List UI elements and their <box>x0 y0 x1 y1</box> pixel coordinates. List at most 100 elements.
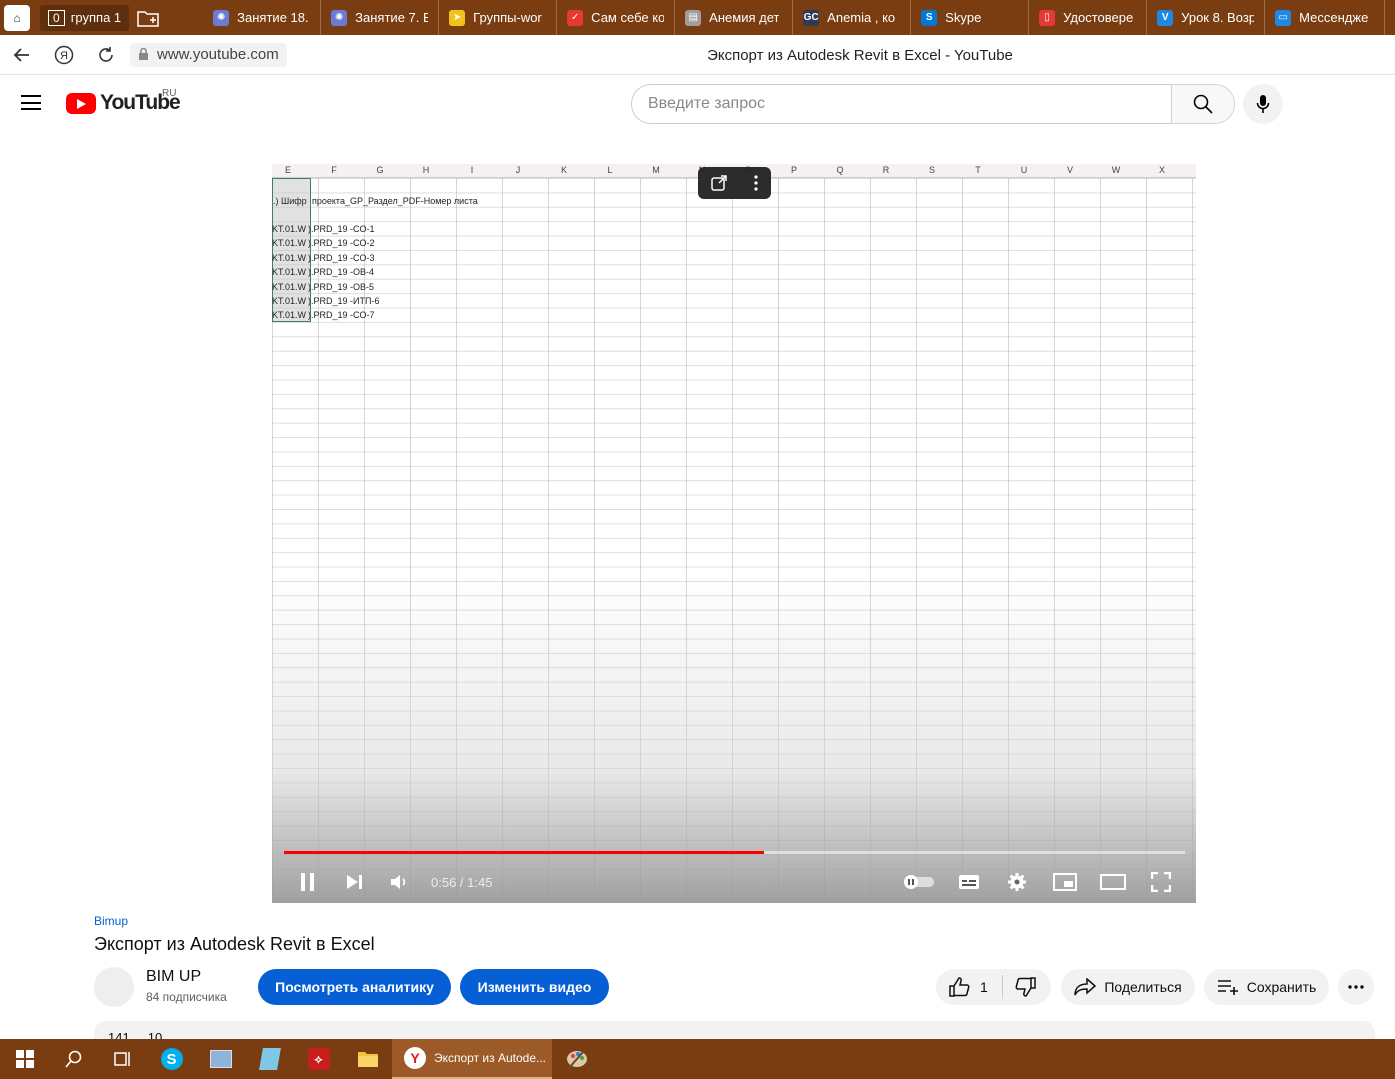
taskbar-explorer[interactable] <box>343 1039 392 1079</box>
cell-f: ).PRD_19 -CO-1 <box>308 224 375 234</box>
task-view-button[interactable] <box>98 1039 147 1079</box>
notepad-icon <box>258 1048 281 1070</box>
youtube-header: YouTube RU Введите запрос <box>0 75 1395 131</box>
more-horiz-icon <box>1348 985 1364 989</box>
browser-home-button[interactable]: ⌂ <box>0 0 34 35</box>
column-header: U <box>1020 165 1028 175</box>
column-header: T <box>975 165 981 175</box>
next-icon <box>347 875 362 889</box>
taskbar-skype[interactable]: S <box>147 1039 196 1079</box>
browser-tab[interactable]: S Skype <box>911 0 1030 35</box>
tab-group[interactable]: 0 группа 1 <box>40 4 130 31</box>
column-header: H <box>422 165 430 175</box>
more-vert-icon[interactable] <box>753 174 759 192</box>
pause-button[interactable] <box>294 870 322 894</box>
browser-tab[interactable]: ✓ Сам себе ко <box>557 0 676 35</box>
column-header: Q <box>836 165 844 175</box>
taskbar-app-1[interactable] <box>196 1039 245 1079</box>
browser-tab[interactable]: V Урок 8. Возр <box>1147 0 1266 35</box>
channel-link[interactable]: Bimup <box>94 914 128 928</box>
video-player[interactable]: EFGHIJKLMNOPQRSTUVWX .) Шифр проекта_GP_… <box>272 156 1196 903</box>
folder-icon <box>357 1052 378 1067</box>
voice-search-button[interactable] <box>1243 84 1283 124</box>
like-icon[interactable] <box>948 977 970 997</box>
column-header: L <box>607 165 613 175</box>
avatar[interactable] <box>94 967 134 1007</box>
like-dislike-group: 1 <box>936 969 1051 1005</box>
cell-f: ).PRD_19 -ИТП-6 <box>308 296 380 306</box>
document-icon: ▤ <box>685 9 702 26</box>
windows-icon <box>15 1050 34 1068</box>
address-bar: Я www.youtube.com Экспорт из Autodesk Re… <box>0 35 1395 75</box>
cell-e: KT.01.W <box>272 267 307 278</box>
open-external-icon[interactable] <box>710 174 728 192</box>
browser-tab-title: Группы-wor <box>473 10 542 25</box>
browser-tab-title: Сам себе ко <box>591 10 665 25</box>
column-header: E <box>284 165 291 175</box>
subtitles-icon <box>959 875 979 889</box>
browser-tab[interactable]: ▯ Удостовере <box>1029 0 1148 35</box>
more-actions-button[interactable] <box>1338 969 1374 1005</box>
next-button[interactable] <box>340 870 368 894</box>
browser-tab[interactable]: ✺ Занятие 18. <box>203 0 322 35</box>
fullscreen-button[interactable] <box>1147 870 1175 894</box>
cell-e: KT.01.W <box>272 252 307 263</box>
cell-e: KT.01.W <box>272 296 307 306</box>
gc-icon: GC <box>803 9 820 26</box>
cell-e: KT.01.W <box>272 281 307 292</box>
taskbar-search-button[interactable] <box>49 1039 98 1079</box>
browser-tab[interactable]: ▭ Мессендже <box>1265 0 1386 35</box>
column-header: M <box>652 165 660 175</box>
browser-tab[interactable]: GC Anemia , ко <box>793 0 912 35</box>
checkmark-icon: ✓ <box>567 9 584 26</box>
cell-header-f: проекта_GP_Раздел_PDF-Номер листа <box>312 196 478 206</box>
taskbar-app-2[interactable] <box>245 1039 294 1079</box>
control-panel-icon <box>209 1050 232 1068</box>
messenger-icon: ▭ <box>1275 9 1292 26</box>
video-title: Экспорт из Autodesk Revit в Excel <box>94 934 375 954</box>
youtube-logo[interactable]: YouTube RU <box>66 88 181 115</box>
volume-button[interactable] <box>385 870 413 894</box>
miniplayer-button[interactable] <box>1051 870 1079 894</box>
analytics-button[interactable]: Посмотреть аналитику <box>258 969 451 1005</box>
share-button[interactable]: Поделиться <box>1061 969 1195 1005</box>
autoplay-toggle-icon <box>904 875 934 889</box>
overlay-menu <box>698 167 771 199</box>
save-label: Сохранить <box>1246 979 1317 995</box>
save-button[interactable]: Сохранить <box>1204 969 1329 1005</box>
yandex-browser-icon: Y <box>404 1047 426 1069</box>
spreadsheet-frame: EFGHIJKLMNOPQRSTUVWX .) Шифр проекта_GP_… <box>272 156 1196 903</box>
autoplay-toggle[interactable] <box>903 870 935 894</box>
subtitles-button[interactable] <box>955 870 983 894</box>
settings-button[interactable] <box>1003 870 1031 894</box>
dislike-icon[interactable] <box>1015 977 1037 997</box>
home-icon: ⌂ <box>4 4 30 31</box>
new-group-icon[interactable] <box>133 0 163 35</box>
channel-name[interactable]: BIM UP <box>146 968 201 986</box>
progress-bar[interactable] <box>284 851 1185 854</box>
column-header: F <box>331 165 337 175</box>
menu-icon[interactable] <box>21 95 41 110</box>
browser-tab[interactable]: ✺ Занятие 7. В <box>321 0 440 35</box>
cell-e: KT.01.W <box>272 238 307 249</box>
taskbar-paint[interactable] <box>552 1039 601 1079</box>
edit-video-button[interactable]: Изменить видео <box>460 969 609 1005</box>
theater-mode-button[interactable] <box>1099 870 1127 894</box>
cell-header-e: .) Шифр <box>273 196 307 206</box>
column-header: X <box>1158 165 1165 175</box>
cell-f: ).PRD_19 -CO-3 <box>308 252 375 263</box>
browser-tab[interactable]: ➤ Группы-wor <box>439 0 558 35</box>
cell-e: KT.01.W <box>272 310 307 321</box>
taskbar-acrobat[interactable]: ⟡ <box>294 1039 343 1079</box>
search-input[interactable]: Введите запрос <box>631 84 1172 124</box>
task-view-icon <box>113 1052 130 1066</box>
taskbar-yandex-browser[interactable]: Y Экспорт из Autode... <box>392 1039 552 1079</box>
browser-tab-title: Занятие 7. В <box>355 10 429 25</box>
cell-f: ).PRD_19 -OB-5 <box>308 281 375 292</box>
start-button[interactable] <box>0 1039 49 1079</box>
search-button[interactable] <box>1171 84 1235 124</box>
taskbar-active-title: Экспорт из Autode... <box>434 1051 546 1065</box>
browser-tab[interactable]: ▤ Анемия дет <box>675 0 794 35</box>
browser-tab-title: Урок 8. Возр <box>1181 10 1255 25</box>
theater-icon <box>1100 874 1126 890</box>
